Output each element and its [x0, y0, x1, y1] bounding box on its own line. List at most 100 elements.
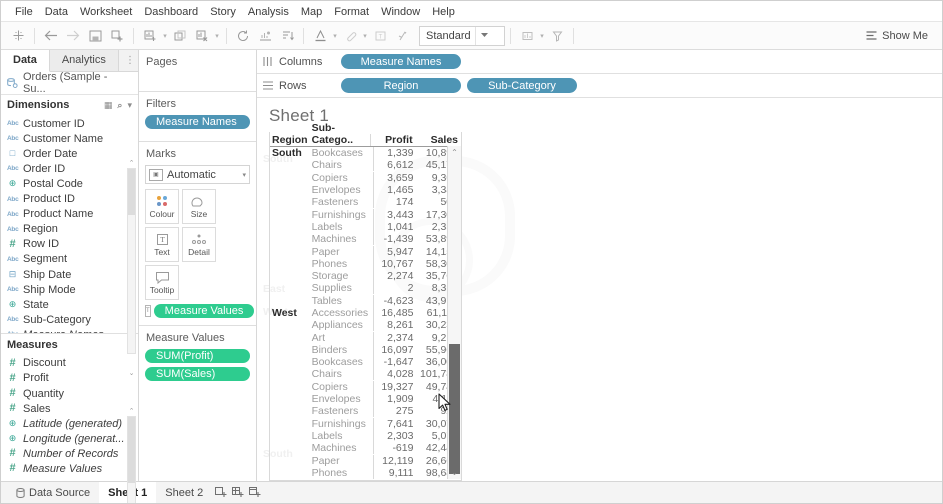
table-row[interactable]: SouthBookcases1,33910,899 [270, 147, 461, 159]
table-row[interactable]: Phones9,11198,684 [270, 467, 461, 479]
dimension-field-measure-names[interactable]: AbcMeasure Names [1, 327, 138, 333]
dimensions-scroll-up-icon[interactable]: ⌃ [127, 157, 136, 168]
clear-sheet-icon[interactable] [191, 25, 213, 46]
new-data-source-icon[interactable] [106, 25, 128, 46]
mark-type-dropdown[interactable]: ▣ Automatic ▾ [145, 165, 250, 184]
menu-item-map[interactable]: Map [295, 5, 328, 19]
rows-pill-sub-category[interactable]: Sub-Category [467, 78, 577, 93]
marks-text-pill-measure-values[interactable]: Measure Values [154, 304, 255, 318]
table-row[interactable]: Art2,3749,212 [270, 331, 461, 343]
table-row[interactable]: Storage2,27435,768 [270, 270, 461, 282]
show-mark-labels-icon[interactable] [309, 25, 331, 46]
column-header-sub-category[interactable]: Sub-Catego.. [312, 122, 370, 146]
new-worksheet-icon[interactable] [139, 25, 161, 46]
tableau-logo-icon[interactable] [7, 25, 29, 46]
dimension-field-product-id[interactable]: AbcProduct ID [1, 192, 138, 207]
crosstab-scroll-up-icon[interactable]: ⌃ [448, 146, 461, 159]
marks-colour-button[interactable]: Colour [145, 189, 179, 224]
duplicate-sheet-icon[interactable] [169, 25, 191, 46]
fix-axes-icon[interactable]: T [369, 25, 391, 46]
measure-values-pill-sum-sales[interactable]: SUM(Sales) [145, 367, 250, 381]
search-icon[interactable]: ⌕ [117, 100, 122, 111]
chevron-down-icon-2[interactable]: ▾ [213, 32, 221, 40]
back-arrow-icon[interactable] [40, 25, 62, 46]
menu-item-help[interactable]: Help [426, 5, 461, 19]
tab-analytics[interactable]: Analytics [50, 50, 119, 71]
dimension-field-product-name[interactable]: AbcProduct Name [1, 207, 138, 222]
menu-item-dashboard[interactable]: Dashboard [138, 5, 204, 19]
marks-detail-button[interactable]: Detail [182, 227, 216, 262]
marks-text-button[interactable]: T Text [145, 227, 179, 262]
columns-pill-measure-names[interactable]: Measure Names [341, 54, 461, 69]
save-icon[interactable] [84, 25, 106, 46]
column-header-sales[interactable]: Sales [416, 134, 461, 146]
table-row[interactable]: Machines-1,43953,891 [270, 233, 461, 245]
highlighter-tool-icon[interactable] [546, 25, 568, 46]
dimension-field-sub-category[interactable]: AbcSub-Category [1, 312, 138, 327]
column-header-profit[interactable]: Profit [370, 134, 416, 146]
new-worksheet-button[interactable] [212, 482, 229, 503]
measure-field-longitude-generat[interactable]: ⊕Longitude (generat... [1, 431, 138, 446]
measure-field-sales[interactable]: #Sales [1, 401, 138, 416]
column-header-region[interactable]: Region [270, 134, 312, 146]
table-row[interactable]: Furnishings3,44317,307 [270, 208, 461, 220]
dimension-field-segment[interactable]: AbcSegment [1, 252, 138, 267]
dimension-field-customer-id[interactable]: AbcCustomer ID [1, 116, 138, 131]
table-row[interactable]: Chairs4,028101,781 [270, 368, 461, 380]
table-row[interactable]: Envelopes1,9094,118 [270, 393, 461, 405]
chevron-down-icon-5[interactable]: ▾ [538, 32, 546, 40]
fit-axis-icon[interactable] [516, 25, 538, 46]
filter-pill-measure-names[interactable]: Measure Names [145, 115, 250, 129]
table-row[interactable]: Phones10,76758,304 [270, 258, 461, 270]
menu-item-data[interactable]: Data [39, 5, 74, 19]
measure-field-latitude-generated[interactable]: ⊕Latitude (generated) [1, 416, 138, 431]
menu-item-window[interactable]: Window [375, 5, 426, 19]
menu-item-story[interactable]: Story [204, 5, 242, 19]
table-row[interactable]: Fasteners275923 [270, 405, 461, 417]
menu-item-file[interactable]: File [9, 5, 39, 19]
measure-field-number-of-records[interactable]: #Number of Records [1, 446, 138, 461]
fit-dropdown-arrow[interactable] [475, 27, 493, 45]
marks-tooltip-button[interactable]: Tooltip [145, 265, 179, 300]
mark-type-arrow[interactable]: ▾ [242, 171, 246, 179]
highlight-icon[interactable] [339, 25, 361, 46]
table-row[interactable]: Paper5,94714,151 [270, 245, 461, 257]
group-members-icon[interactable] [391, 25, 413, 46]
caret-down-icon[interactable]: ▾ [127, 100, 132, 111]
table-row[interactable]: Furnishings7,64130,073 [270, 418, 461, 430]
dimension-field-order-date[interactable]: □Order Date [1, 146, 138, 161]
dimension-field-region[interactable]: AbcRegion [1, 222, 138, 237]
menu-item-format[interactable]: Format [328, 5, 375, 19]
rows-shelf[interactable]: Rows Region Sub-Category [257, 74, 942, 98]
dimension-field-ship-date[interactable]: ⊟Ship Date [1, 267, 138, 282]
new-dashboard-button[interactable] [229, 482, 246, 503]
columns-shelf[interactable]: Columns Measure Names [257, 50, 942, 74]
dimension-field-postal-code[interactable]: ⊕Postal Code [1, 176, 138, 191]
menu-item-worksheet[interactable]: Worksheet [74, 5, 138, 19]
show-me-button[interactable]: Show Me [858, 28, 936, 44]
table-row[interactable]: Appliances8,26130,236 [270, 319, 461, 331]
refresh-icon[interactable] [232, 25, 254, 46]
table-row[interactable]: Tables-4,62343,916 [270, 295, 461, 307]
measure-values-pill-sum-profit[interactable]: SUM(Profit) [145, 349, 250, 363]
chevron-down-icon-3[interactable]: ▾ [331, 32, 339, 40]
measures-scroll-up-icon[interactable]: ⌃ [127, 405, 136, 416]
table-row[interactable]: Copiers19,32749,749 [270, 381, 461, 393]
measure-field-measure-values[interactable]: #Measure Values [1, 461, 138, 476]
crosstab-scrollbar[interactable]: ⌃ ⌄ [447, 146, 461, 479]
grid-icon[interactable]: ▦ [104, 100, 113, 111]
rows-pill-region[interactable]: Region [341, 78, 461, 93]
table-row[interactable]: Binders16,09755,961 [270, 344, 461, 356]
crosstab-scroll-down-icon[interactable]: ⌄ [448, 466, 461, 479]
table-row[interactable]: Copiers3,6599,300 [270, 172, 461, 184]
dimension-field-state[interactable]: ⊕State [1, 297, 138, 312]
measure-field-profit[interactable]: #Profit [1, 371, 138, 386]
dimension-field-customer-name[interactable]: AbcCustomer Name [1, 131, 138, 146]
table-row[interactable]: Envelopes1,4653,346 [270, 184, 461, 196]
sheet-tab-sheet-2[interactable]: Sheet 2 [156, 482, 212, 503]
pause-updates-icon[interactable] [254, 25, 276, 46]
table-row[interactable]: Supplies28,319 [270, 282, 461, 294]
measures-scrollbar[interactable] [127, 416, 136, 504]
measure-field-discount[interactable]: #Discount [1, 356, 138, 371]
dimension-field-ship-mode[interactable]: AbcShip Mode [1, 282, 138, 297]
